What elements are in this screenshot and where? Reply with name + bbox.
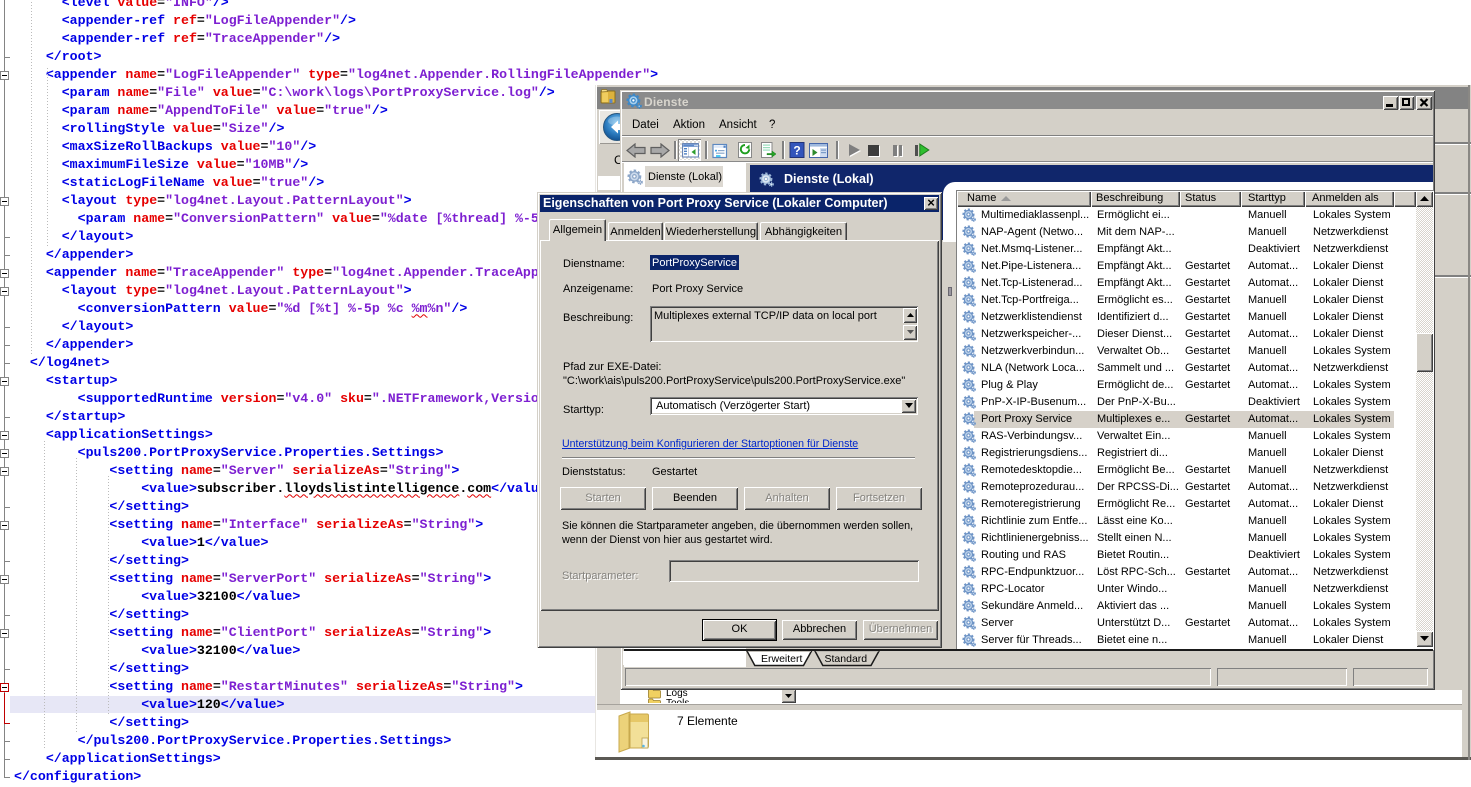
svg-text:?: ? [793,144,800,158]
svg-text:Standard: Standard [825,653,868,665]
svg-text:Erweitert: Erweitert [761,653,803,665]
